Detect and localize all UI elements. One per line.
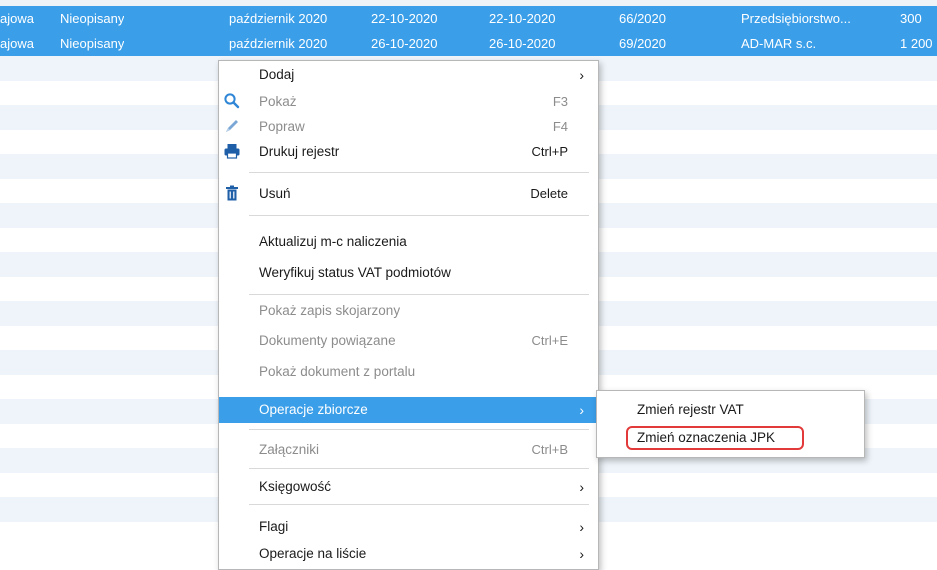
- cell-description: Nieopisany: [60, 36, 125, 51]
- menu-item-shortcut: Ctrl+P: [531, 144, 568, 159]
- context-menu: Dodaj › Pokaż F3 Popraw F4 Drukuj rejest…: [218, 60, 599, 570]
- menu-separator: [249, 215, 589, 216]
- cell-description: Nieopisany: [60, 11, 125, 26]
- menu-separator: [249, 172, 589, 173]
- cell-contractor: Przedsiębiorstwo...: [741, 11, 851, 26]
- menu-item-label: Załączniki: [259, 442, 320, 457]
- menu-item-label: Operacje zbiorcze: [259, 402, 368, 417]
- menu-item-label: Dodaj: [259, 67, 295, 82]
- menu-item-operacje-zbiorcze[interactable]: Operacje zbiorcze ›: [219, 397, 598, 423]
- menu-item-shortcut: Ctrl+E: [531, 333, 568, 348]
- cell-type: ajowa: [0, 36, 34, 51]
- menu-item-pokaz-zapis[interactable]: Pokaż zapis skojarzony: [219, 298, 598, 324]
- menu-item-label: Drukuj rejestr: [259, 144, 340, 159]
- cell-month: październik 2020: [229, 11, 328, 26]
- cell-amount: 1 200: [900, 36, 933, 51]
- menu-item-dokumenty-powiazane[interactable]: Dokumenty powiązane Ctrl+E: [219, 328, 598, 354]
- menu-item-operacje-na-liscie[interactable]: Operacje na liście ›: [219, 541, 598, 567]
- menu-separator: [249, 429, 589, 430]
- menu-separator: [249, 468, 589, 469]
- menu-item-label: Księgowość: [259, 479, 332, 494]
- trash-icon: [223, 184, 241, 202]
- menu-separator: [249, 294, 589, 295]
- menu-item-label: Usuń: [259, 186, 291, 201]
- menu-item-shortcut: F3: [552, 94, 568, 109]
- cell-issue-date: 22-10-2020: [371, 11, 438, 26]
- menu-item-pokaz-dokument[interactable]: Pokaż dokument z portalu: [219, 359, 598, 385]
- cell-month: październik 2020: [229, 36, 328, 51]
- menu-item-label: Dokumenty powiązane: [259, 333, 396, 348]
- menu-item-shortcut: Ctrl+B: [531, 442, 568, 457]
- menu-item-popraw[interactable]: Popraw F4: [219, 114, 598, 140]
- pencil-icon: [223, 117, 241, 135]
- menu-item-aktualizuj[interactable]: Aktualizuj m-c naliczenia: [219, 229, 598, 255]
- table-row[interactable]: ajowa Nieopisany październik 2020 22-10-…: [0, 6, 937, 31]
- menu-item-label: Pokaż zapis skojarzony: [259, 303, 401, 318]
- menu-item-dodaj[interactable]: Dodaj ›: [219, 62, 598, 88]
- chevron-right-icon: ›: [579, 519, 584, 535]
- menu-item-label: Popraw: [259, 119, 305, 134]
- cell-doc-number: 69/2020: [619, 36, 666, 51]
- chevron-right-icon: ›: [579, 546, 584, 562]
- chevron-right-icon: ›: [579, 402, 584, 418]
- cell-contractor: AD-MAR s.c.: [741, 36, 817, 51]
- menu-item-flagi[interactable]: Flagi ›: [219, 514, 598, 540]
- menu-item-usun[interactable]: Usuń Delete: [219, 181, 598, 207]
- search-icon: [223, 92, 241, 110]
- menu-item-shortcut: F4: [552, 119, 568, 134]
- menu-item-ksiegowosc[interactable]: Księgowość ›: [219, 474, 598, 500]
- menu-item-weryfikuj[interactable]: Weryfikuj status VAT podmiotów: [219, 260, 598, 286]
- submenu-operacje-zbiorcze: Zmień rejestr VAT Zmień oznaczenia JPK: [596, 390, 865, 458]
- menu-item-drukuj-rejestr[interactable]: Drukuj rejestr Ctrl+P: [219, 139, 598, 165]
- printer-icon: [223, 142, 241, 160]
- menu-item-pokaz[interactable]: Pokaż F3: [219, 89, 598, 115]
- menu-item-label: Aktualizuj m-c naliczenia: [259, 234, 407, 249]
- cell-amount: 300: [900, 11, 922, 26]
- submenu-item-zmien-rejestr-vat[interactable]: Zmień rejestr VAT: [637, 398, 744, 422]
- chevron-right-icon: ›: [579, 479, 584, 495]
- cell-type: ajowa: [0, 11, 34, 26]
- menu-item-zalaczniki[interactable]: Załączniki Ctrl+B: [219, 437, 598, 463]
- table-row[interactable]: ajowa Nieopisany październik 2020 26-10-…: [0, 31, 937, 56]
- submenu-item-zmien-oznaczenia-jpk[interactable]: Zmień oznaczenia JPK: [637, 426, 775, 450]
- menu-item-label: Operacje na liście: [259, 546, 367, 561]
- menu-item-label: Pokaż: [259, 94, 297, 109]
- menu-item-label: Pokaż dokument z portalu: [259, 364, 416, 379]
- menu-separator: [249, 504, 589, 505]
- menu-item-shortcut: Delete: [530, 186, 568, 201]
- cell-sale-date: 22-10-2020: [489, 11, 556, 26]
- cell-doc-number: 66/2020: [619, 11, 666, 26]
- cell-issue-date: 26-10-2020: [371, 36, 438, 51]
- cell-sale-date: 26-10-2020: [489, 36, 556, 51]
- chevron-right-icon: ›: [579, 67, 584, 83]
- menu-item-label: Weryfikuj status VAT podmiotów: [259, 265, 451, 280]
- menu-item-label: Flagi: [259, 519, 289, 534]
